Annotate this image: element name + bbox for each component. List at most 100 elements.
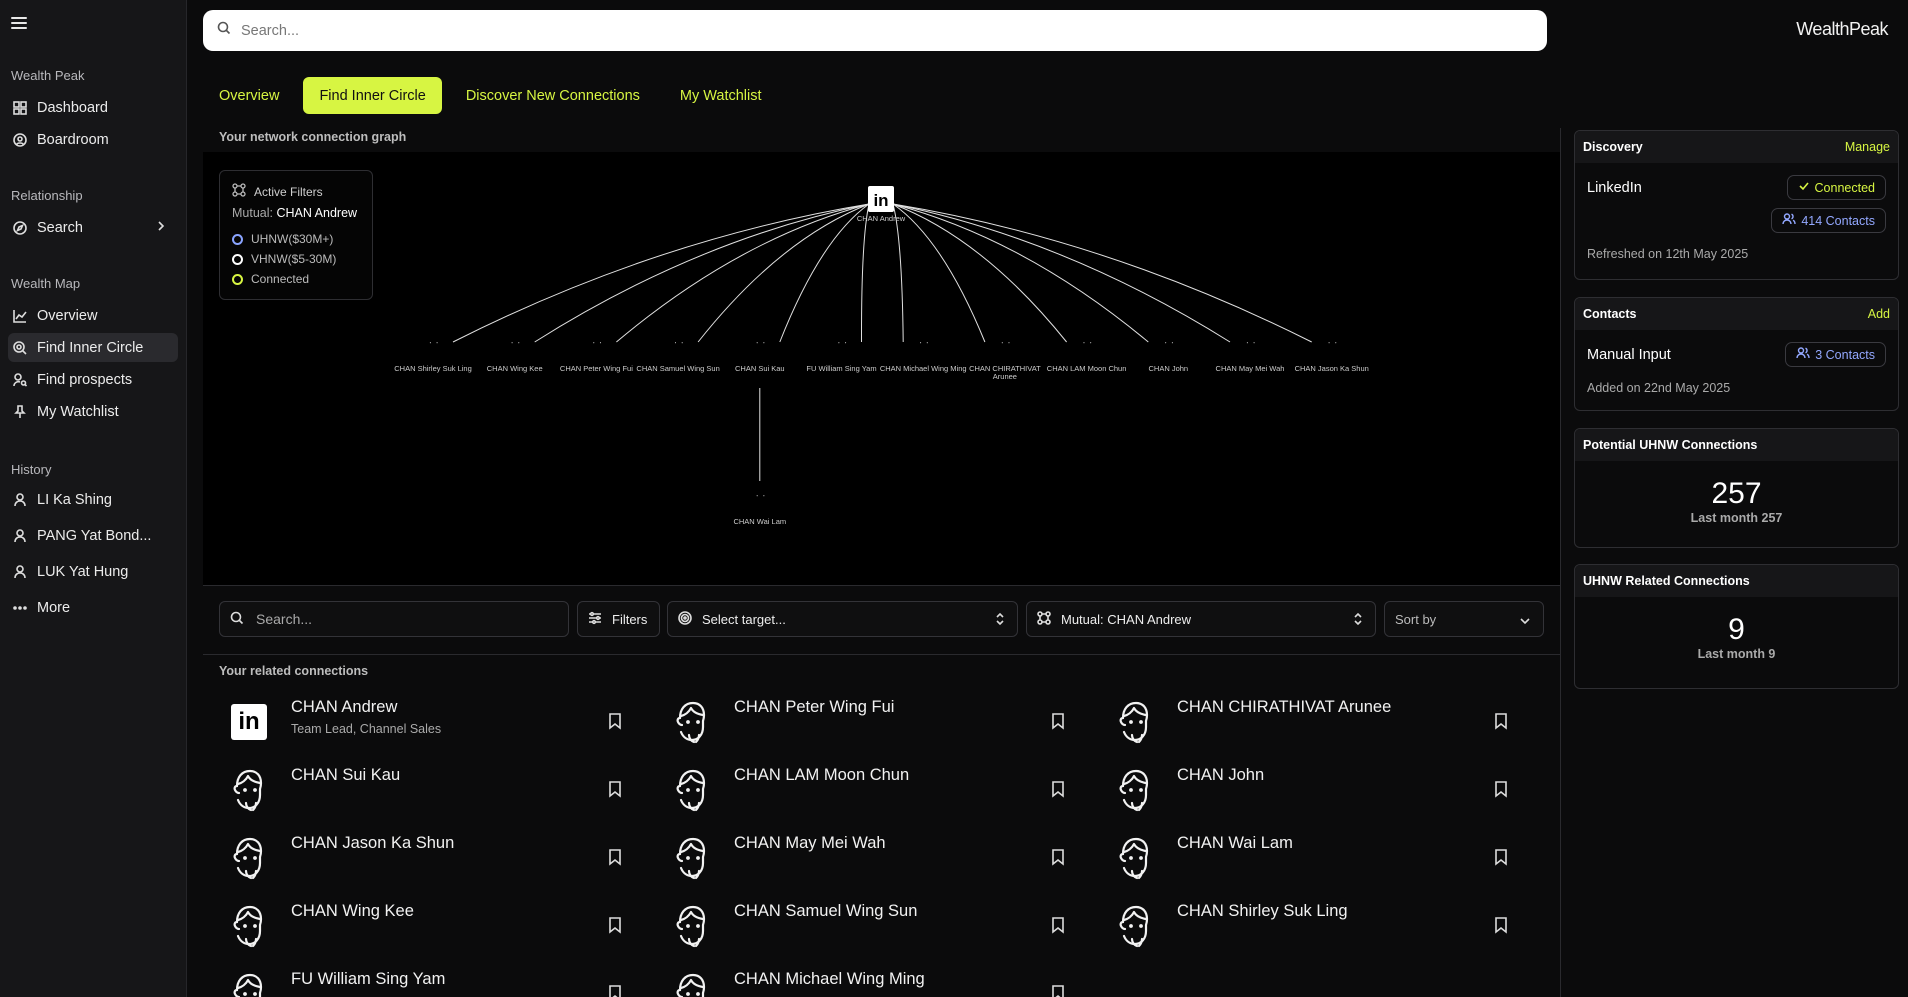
tab-overview[interactable]: Overview [203,77,295,114]
bookmark-icon[interactable] [1050,780,1066,798]
graph-node[interactable]: CHAN Jason Ka Shun [1295,328,1369,373]
network-graph[interactable]: in CHAN Andrew CHAN Shirley Suk Ling CHAN W… [203,152,1560,585]
section-title-wealth-peak: Wealth Peak [11,68,85,83]
sidebar-item-overview[interactable]: Overview [8,301,178,330]
legend-connected: Connected [232,272,360,286]
graph-node[interactable]: CHAN LAM Moon Chun [1047,328,1127,373]
connection-item[interactable]: CHAN Sui Kau [219,760,629,822]
right-panel-divider [1560,128,1561,997]
bookmark-icon[interactable] [607,916,623,934]
history-more[interactable]: More [8,593,178,622]
tab-find-inner-circle[interactable]: Find Inner Circle [303,77,442,114]
graph-node-label: CHAN Wai Lam [733,517,786,526]
connection-name: CHAN LAM Moon Chun [734,766,910,784]
manage-button[interactable]: Manage [1845,140,1890,154]
graph-node-label: CHAN Wing Kee [487,364,543,373]
sliders-icon [588,611,602,628]
connection-item[interactable]: CHAN John [1105,760,1515,822]
graph-node[interactable]: CHAN Shirley Suk Ling [394,328,472,373]
app-root: Wealth Peak Dashboard Boardroom Relation… [0,0,1908,997]
history-item-luk-yat-hung[interactable]: LUK Yat Hung [8,557,178,586]
uhnw-related-title: UHNW Related Connections [1583,574,1750,588]
select-target-dropdown[interactable]: Select target... [667,601,1018,637]
refreshed-date: Refreshed on 12th May 2025 [1587,247,1749,261]
sidebar-item-label: PANG Yat Bond... [37,527,152,544]
history-item-li-ka-shing[interactable]: LI Ka Shing [8,485,178,514]
connection-item[interactable]: CHAN Jason Ka Shun [219,828,629,890]
search-input[interactable] [241,22,1441,39]
connection-item[interactable]: CHAN CHIRATHIVAT Arunee [1105,692,1515,754]
bookmark-icon[interactable] [1493,712,1509,730]
network-icon [232,183,246,200]
connections-search-input[interactable] [256,611,556,627]
connection-item[interactable]: FU William Sing Yam [219,964,629,997]
connection-item[interactable]: CHAN Michael Wing Ming [662,964,1072,997]
bookmark-icon[interactable] [607,848,623,866]
connection-item[interactable]: CHAN Samuel Wing Sun [662,896,1072,958]
manual-contacts-button[interactable]: 3 Contacts [1785,342,1886,367]
sidebar-item-search[interactable]: Search [8,213,178,242]
person-face-icon [1117,768,1153,812]
connected-badge[interactable]: Connected [1786,175,1886,200]
sidebar-item-label: Search [37,219,83,236]
menu-icon[interactable] [11,17,27,33]
bookmark-icon[interactable] [607,780,623,798]
graph-node[interactable]: FU William Sing Yam [806,328,877,373]
graph-canvas[interactable]: in CHAN Andrew CHAN Shirley Suk Ling CHAN W… [203,152,1560,585]
tab-discover-new-connections[interactable]: Discover New Connections [450,77,656,114]
sidebar-item-my-watchlist[interactable]: My Watchlist [8,397,178,426]
bookmark-icon[interactable] [1050,916,1066,934]
global-search [203,10,1547,51]
connection-item[interactable]: CHAN May Mei Wah [662,828,1072,890]
connection-item[interactable]: in CHAN Andrew Team Lead, Channel Sales [219,692,629,754]
graph-node[interactable]: CHAN Sui Kau [735,328,785,373]
bookmark-icon[interactable] [1050,984,1066,997]
bookmark-icon[interactable] [1493,780,1509,798]
bookmark-icon[interactable] [607,712,623,730]
chart-line-icon [12,308,27,323]
graph-node[interactable]: CHAN Wing Kee [487,328,543,373]
connections-search [219,601,569,637]
filters-button[interactable]: Filters [577,601,660,637]
graph-label: Your network connection graph [219,130,407,144]
graph-node[interactable]: CHAN Michael Wing Ming [880,328,967,373]
uhnw-related-card: UHNW Related Connections 9 Last month 9 [1574,564,1899,689]
person-face-icon [421,328,446,358]
connection-item[interactable]: CHAN Wing Kee [219,896,629,958]
add-contacts-button[interactable]: Add [1868,307,1890,321]
graph-node[interactable]: CHAN Wai Lam [733,481,786,526]
person-face-icon [747,481,772,511]
connection-item[interactable]: CHAN Shirley Suk Ling [1105,896,1515,958]
connection-item[interactable]: CHAN Wai Lam [1105,828,1515,890]
graph-node[interactable]: CHAN Peter Wing Fui [560,328,633,373]
added-date: Added on 22nd May 2025 [1587,381,1731,395]
person-face-icon [1156,328,1181,358]
linkedin-contacts-button[interactable]: 414 Contacts [1771,208,1886,233]
sidebar-item-boardroom[interactable]: Boardroom [8,125,178,154]
chevron-down-icon [1519,614,1531,629]
connection-item[interactable]: CHAN Peter Wing Fui [662,692,1072,754]
sidebar-item-dashboard[interactable]: Dashboard [8,93,178,122]
graph-node[interactable]: CHAN CHIRATHIVATArunee [969,328,1041,381]
graph-node[interactable]: CHAN John [1148,328,1188,373]
person-face-icon [1074,328,1099,358]
connection-item[interactable]: CHAN LAM Moon Chun [662,760,1072,822]
history-item-pang-yat-bond[interactable]: PANG Yat Bond... [8,521,178,550]
potential-uhnw-card: Potential UHNW Connections 257 Last mont… [1574,428,1899,548]
graph-node[interactable]: CHAN May Mei Wah [1216,328,1285,373]
mutual-dropdown[interactable]: Mutual: CHAN Andrew [1026,601,1376,637]
users-icon [1782,213,1797,228]
connection-name: CHAN Michael Wing Ming [734,970,925,988]
bookmark-icon[interactable] [1050,848,1066,866]
toolbar-divider [203,654,1560,655]
sidebar-item-find-prospects[interactable]: Find prospects [8,365,178,394]
sort-by-dropdown[interactable]: Sort by [1384,601,1544,637]
graph-node[interactable]: CHAN Samuel Wing Sun [636,328,720,373]
bookmark-icon[interactable] [607,984,623,997]
contacts-count: 3 Contacts [1815,347,1875,362]
bookmark-icon[interactable] [1493,848,1509,866]
tab-my-watchlist[interactable]: My Watchlist [664,77,778,114]
sidebar-item-find-inner-circle[interactable]: Find Inner Circle [8,333,178,362]
bookmark-icon[interactable] [1050,712,1066,730]
bookmark-icon[interactable] [1493,916,1509,934]
